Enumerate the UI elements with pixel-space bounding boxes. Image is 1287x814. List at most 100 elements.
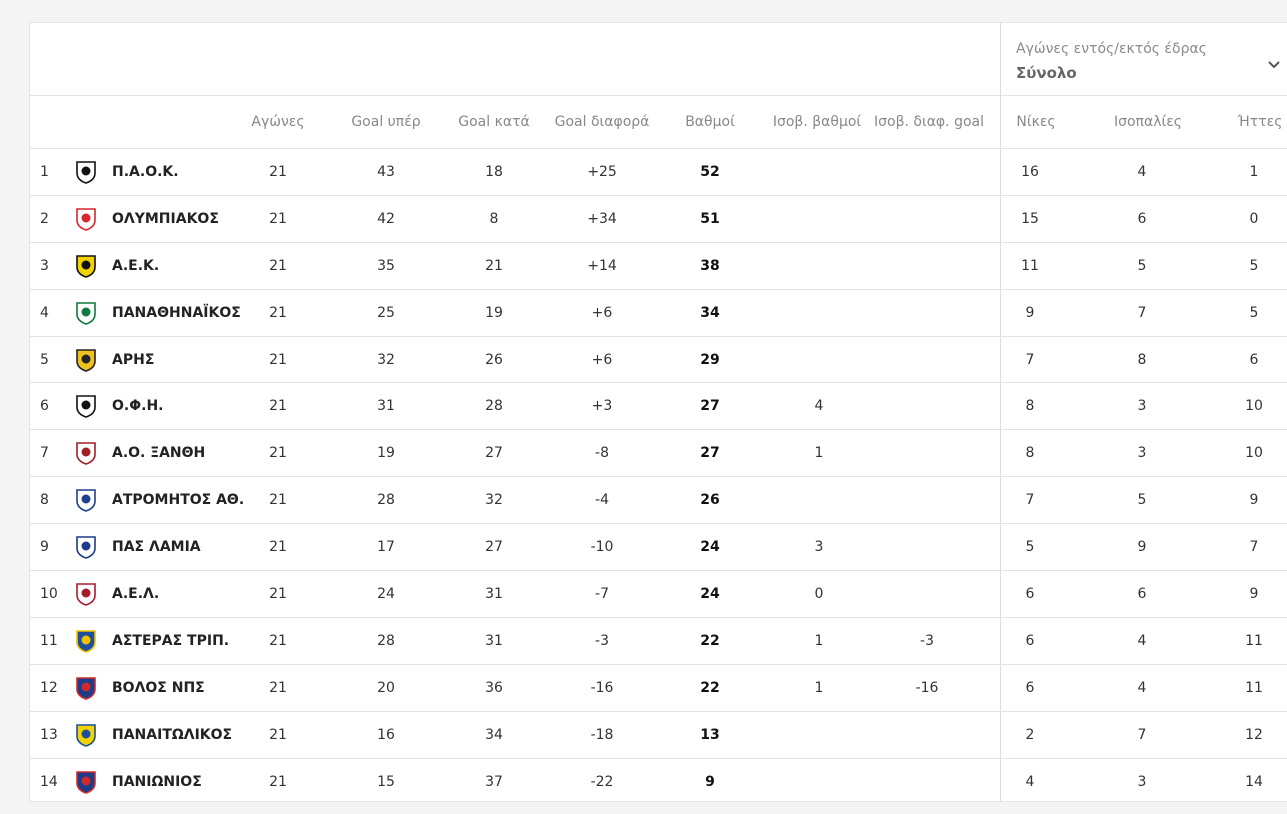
- header-draws[interactable]: Ισοπαλίες: [1114, 114, 1182, 130]
- goal-difference-cell: +6: [591, 304, 613, 321]
- goals-against-cell: 27: [485, 539, 503, 556]
- wins-cell: 7: [1025, 492, 1035, 509]
- tie-points-cell: 1: [814, 632, 824, 649]
- draws-cell: 5: [1137, 257, 1147, 274]
- played-cell: 21: [269, 773, 287, 790]
- wins-cell: 16: [1021, 164, 1039, 180]
- goals-for-cell: 35: [377, 257, 395, 274]
- team-name[interactable]: Π.Α.Ο.Κ.: [112, 164, 179, 180]
- tie-points-cell: 3: [814, 539, 824, 556]
- panionios-crest-icon: [76, 770, 96, 794]
- table-row[interactable]: 8 ΑΤΡΟΜΗΤΟΣ ΑΘ. 21 28 32 -4 26 7 5 9: [30, 477, 1287, 525]
- draws-cell: 7: [1137, 304, 1147, 321]
- draws-cell: 5: [1137, 492, 1147, 509]
- team-name[interactable]: ΠΑΝΑΘΗΝΑΪΚΟΣ: [112, 305, 241, 321]
- losses-cell: 0: [1249, 210, 1259, 227]
- goals-for-cell: 28: [377, 492, 395, 509]
- header-goals-against[interactable]: Goal κατά: [458, 114, 529, 130]
- team-name[interactable]: ΑΣΤΕΡΑΣ ΤΡΙΠ.: [112, 633, 229, 649]
- losses-cell: 10: [1245, 398, 1263, 415]
- team-name[interactable]: ΒΟΛΟΣ ΝΠΣ: [112, 680, 205, 696]
- goals-against-cell: 18: [485, 164, 503, 180]
- table-row[interactable]: 6 Ο.Φ.Η. 21 31 28 +3 27 4 8 3 10: [30, 383, 1287, 431]
- position-cell: 8: [40, 492, 49, 509]
- wins-cell: 7: [1025, 351, 1035, 368]
- header-wins[interactable]: Νίκες: [1016, 114, 1055, 130]
- points-cell: 22: [700, 679, 720, 696]
- goal-difference-cell: +34: [587, 210, 617, 227]
- losses-cell: 5: [1249, 257, 1259, 274]
- header-goals-for[interactable]: Goal υπέρ: [351, 114, 420, 130]
- table-row[interactable]: 7 Α.Ο. ΞΑΝΘΗ 21 19 27 -8 27 1 8 3 10: [30, 430, 1287, 478]
- goals-against-cell: 36: [485, 679, 503, 696]
- goals-against-cell: 34: [485, 726, 503, 743]
- team-name[interactable]: ΠΑΝΙΩΝΙΟΣ: [112, 774, 202, 790]
- tie-points-cell: 1: [814, 445, 824, 462]
- header-played[interactable]: Αγώνες: [251, 114, 304, 130]
- draws-cell: 9: [1137, 539, 1147, 556]
- goal-difference-cell: -3: [595, 632, 609, 649]
- team-name[interactable]: Α.Ε.Κ.: [112, 258, 159, 274]
- goals-against-cell: 31: [485, 586, 503, 603]
- table-row[interactable]: 9 ΠΑΣ ΛΑΜΙΑ 21 17 27 -10 24 3 5 9 7: [30, 524, 1287, 572]
- team-name[interactable]: ΑΡΗΣ: [112, 352, 154, 368]
- table-row[interactable]: 11 ΑΣΤΕΡΑΣ ΤΡΙΠ. 21 28 31 -3 22 1 -3 6 4 11: [30, 618, 1287, 665]
- header-goal-difference[interactable]: Goal διαφορά: [555, 114, 650, 130]
- team-name[interactable]: ΠΑΣ ΛΑΜΙΑ: [112, 539, 201, 555]
- olympiacos-crest-icon: [76, 208, 96, 231]
- goals-for-cell: 28: [377, 632, 395, 649]
- team-name[interactable]: Α.Ε.Λ.: [112, 586, 159, 602]
- goal-difference-cell: -8: [595, 445, 609, 462]
- team-name[interactable]: ΑΤΡΟΜΗΤΟΣ ΑΘ.: [112, 492, 244, 508]
- goals-against-cell: 21: [485, 257, 503, 274]
- draws-cell: 4: [1137, 679, 1147, 696]
- position-cell: 10: [40, 586, 58, 603]
- tie-goal-difference-cell: -3: [920, 632, 934, 649]
- draws-cell: 3: [1137, 445, 1147, 462]
- table-row[interactable]: 10 Α.Ε.Λ. 21 24 31 -7 24 0 6 6 9: [30, 571, 1287, 618]
- table-row[interactable]: 1 Π.Α.Ο.Κ. 21 43 18 +25 52 16 4 1: [30, 149, 1287, 196]
- points-cell: 9: [705, 773, 715, 790]
- team-name[interactable]: ΠΑΝΑΙΤΩΛΙΚΟΣ: [112, 727, 232, 743]
- wins-cell: 6: [1025, 679, 1035, 696]
- played-cell: 21: [269, 679, 287, 696]
- goal-difference-cell: -4: [595, 492, 609, 509]
- table-row[interactable]: 3 Α.Ε.Κ. 21 35 21 +14 38 11 5 5: [30, 243, 1287, 290]
- team-name[interactable]: Α.Ο. ΞΑΝΘΗ: [112, 445, 205, 461]
- points-cell: 38: [700, 257, 720, 274]
- goals-for-cell: 42: [377, 210, 395, 227]
- header-points[interactable]: Βαθμοί: [685, 114, 735, 130]
- draws-cell: 6: [1137, 210, 1147, 227]
- goals-against-cell: 26: [485, 351, 503, 368]
- ael-crest-icon: [76, 583, 96, 606]
- table-row[interactable]: 12 ΒΟΛΟΣ ΝΠΣ 21 20 36 -16 22 1 -16 6 4 11: [30, 665, 1287, 712]
- points-cell: 26: [700, 492, 720, 509]
- team-name[interactable]: ΟΛΥΜΠΙΑΚΟΣ: [112, 211, 219, 227]
- goal-difference-cell: -22: [590, 773, 614, 790]
- points-cell: 13: [700, 726, 720, 743]
- points-cell: 24: [700, 539, 720, 556]
- chevron-down-icon[interactable]: [1267, 58, 1281, 72]
- goals-for-cell: 19: [377, 445, 395, 462]
- position-cell: 7: [40, 445, 49, 462]
- table-row[interactable]: 4 ΠΑΝΑΘΗΝΑΪΚΟΣ 21 25 19 +6 34 9 7 5: [30, 290, 1287, 337]
- table-row[interactable]: 14 ΠΑΝΙΩΝΙΟΣ 21 15 37 -22 9 4 3 14: [30, 759, 1287, 806]
- goals-against-cell: 8: [489, 210, 499, 227]
- losses-cell: 6: [1249, 351, 1259, 368]
- goals-against-cell: 27: [485, 445, 503, 462]
- table-row[interactable]: 2 ΟΛΥΜΠΙΑΚΟΣ 21 42 8 +34 51 15 6 0: [30, 196, 1287, 243]
- played-cell: 21: [269, 351, 287, 368]
- header-losses[interactable]: Ήττες: [1238, 114, 1283, 130]
- played-cell: 21: [269, 539, 287, 556]
- losses-cell: 14: [1245, 773, 1263, 790]
- home-away-filter-dropdown[interactable]: Αγώνες εντός/εκτός έδρας Σύνολο: [1016, 41, 1286, 85]
- header-tie-points[interactable]: Ισοβ. βαθμοί: [773, 114, 861, 130]
- team-name[interactable]: Ο.Φ.Η.: [112, 398, 163, 414]
- position-cell: 14: [40, 773, 58, 790]
- ofi-crest-icon: [76, 395, 96, 419]
- played-cell: 21: [269, 398, 287, 415]
- header-tie-goal-difference[interactable]: Ισοβ. διαφ. goal: [874, 114, 984, 130]
- played-cell: 21: [269, 632, 287, 649]
- table-row[interactable]: 13 ΠΑΝΑΙΤΩΛΙΚΟΣ 21 16 34 -18 13 2 7 12: [30, 712, 1287, 759]
- table-row[interactable]: 5 ΑΡΗΣ 21 32 26 +6 29 7 8 6: [30, 337, 1287, 384]
